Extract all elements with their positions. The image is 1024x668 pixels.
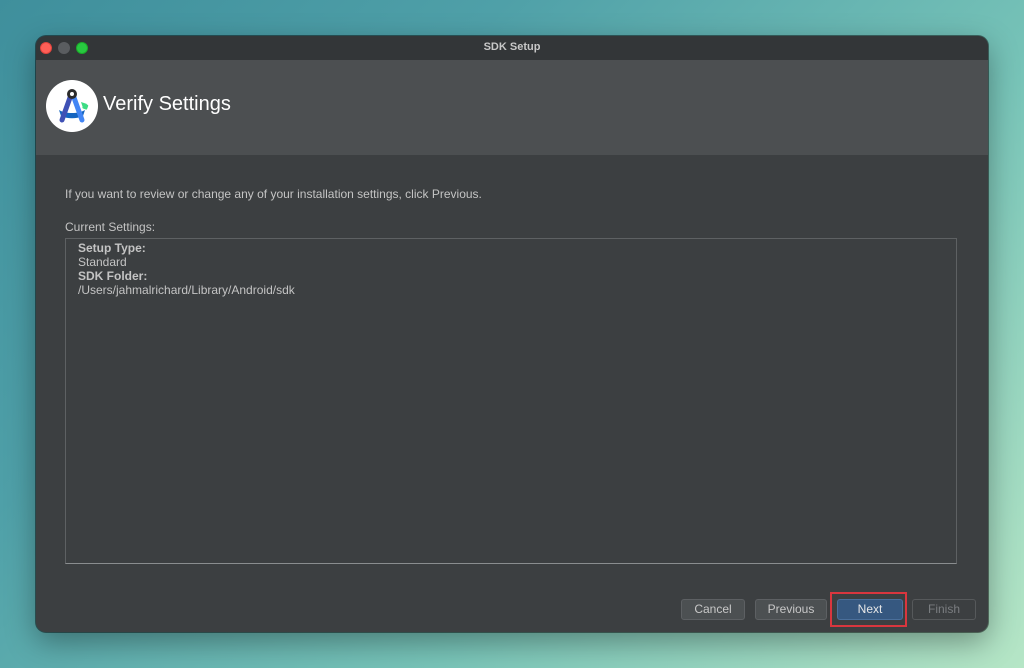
android-studio-logo-icon: [46, 80, 98, 132]
current-settings-label: Current Settings:: [65, 220, 156, 234]
window-title: SDK Setup: [483, 41, 541, 53]
instruction-text: If you want to review or change any of y…: [65, 187, 482, 201]
page-title: Verify Settings: [103, 93, 231, 115]
setup-type-key: Setup Type:: [78, 241, 146, 255]
finish-button: Finish: [912, 599, 976, 620]
sdk-folder-key: SDK Folder:: [78, 269, 148, 283]
sdk-folder-value: /Users/jahmalrichard/Library/Android/sdk: [78, 283, 295, 297]
next-button[interactable]: Next: [837, 599, 903, 620]
sdk-setup-window: SDK Setup Verify Settings If you want to…: [36, 36, 988, 632]
cancel-button[interactable]: Cancel: [681, 599, 745, 620]
setup-type-value: Standard: [78, 255, 127, 269]
wizard-header: Verify Settings: [36, 60, 988, 155]
previous-button[interactable]: Previous: [755, 599, 827, 620]
current-settings-textarea[interactable]: Setup Type: Standard SDK Folder: /Users/…: [65, 238, 957, 564]
title-bar[interactable]: SDK Setup: [36, 36, 988, 60]
